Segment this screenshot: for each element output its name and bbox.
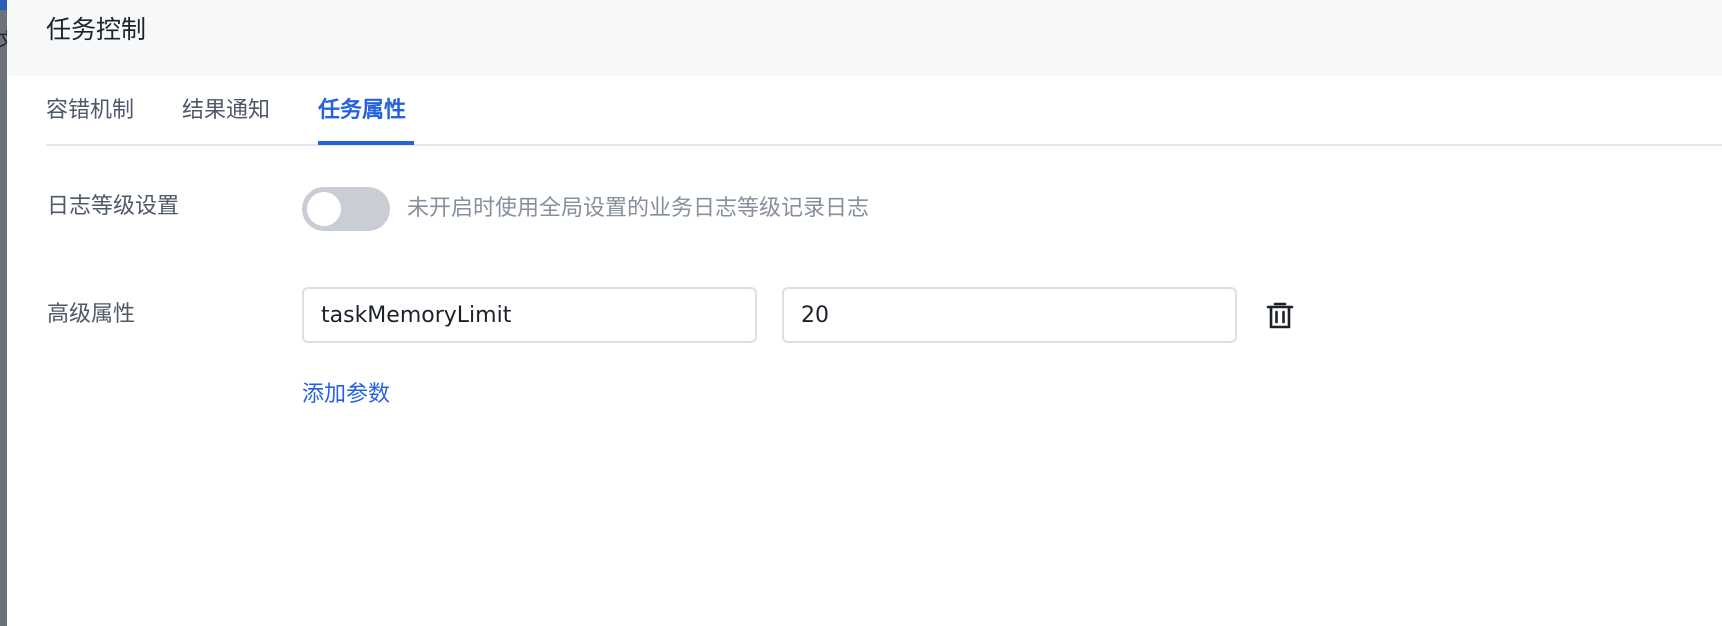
task-control-panel: 任务控制 容错机制 结果通知 任务属性 日志等级设置 未开启时使用全局设置的业务… (7, 0, 1722, 626)
log-level-toggle[interactable] (302, 187, 390, 231)
advanced-properties-label: 高级属性 (47, 302, 136, 327)
background-window-edge: 文 (0, 0, 7, 626)
panel-title: 任务控制 (46, 15, 147, 44)
panel-header: 任务控制 (7, 0, 1722, 76)
delete-param-button[interactable] (1263, 298, 1297, 332)
active-tab-indicator (318, 141, 414, 145)
log-level-hint: 未开启时使用全局设置的业务日志等级记录日志 (407, 196, 870, 221)
tab-result-notification[interactable]: 结果通知 (182, 95, 270, 127)
tab-fault-tolerance[interactable]: 容错机制 (46, 95, 134, 127)
trash-icon (1266, 302, 1294, 329)
background-partial-text: 文 (0, 30, 7, 52)
log-level-label: 日志等级设置 (47, 194, 180, 219)
tab-task-properties[interactable]: 任务属性 (318, 95, 406, 127)
background-blue-marker (0, 0, 7, 10)
toggle-knob (307, 192, 341, 226)
add-param-link[interactable]: 添加参数 (302, 379, 390, 411)
param-value-input[interactable] (782, 287, 1237, 343)
tab-bar: 容错机制 结果通知 任务属性 (46, 76, 1722, 146)
param-key-input[interactable] (302, 287, 757, 343)
